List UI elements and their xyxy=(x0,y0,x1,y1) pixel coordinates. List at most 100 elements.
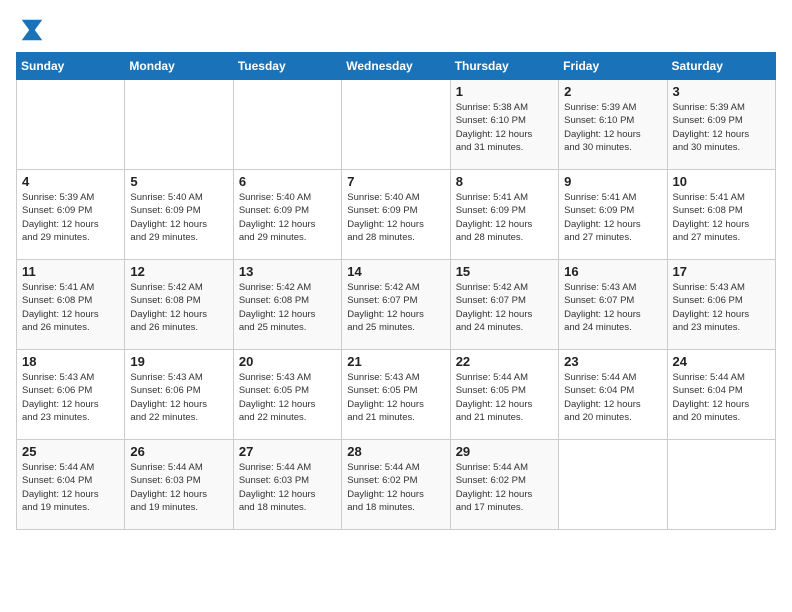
calendar-table: SundayMondayTuesdayWednesdayThursdayFrid… xyxy=(16,52,776,530)
day-number: 1 xyxy=(456,84,553,99)
day-cell xyxy=(233,80,341,170)
day-cell xyxy=(342,80,450,170)
day-cell: 24 Sunrise: 5:44 AMSunset: 6:04 PMDayligh… xyxy=(667,350,775,440)
day-number: 20 xyxy=(239,354,336,369)
day-info: Sunrise: 5:44 AMSunset: 6:02 PMDaylight:… xyxy=(456,461,553,514)
day-cell: 13 Sunrise: 5:42 AMSunset: 6:08 PMDayligh… xyxy=(233,260,341,350)
day-number: 27 xyxy=(239,444,336,459)
day-number: 7 xyxy=(347,174,444,189)
day-number: 10 xyxy=(673,174,770,189)
day-number: 28 xyxy=(347,444,444,459)
day-number: 11 xyxy=(22,264,119,279)
day-cell: 20 Sunrise: 5:43 AMSunset: 6:05 PMDayligh… xyxy=(233,350,341,440)
day-info: Sunrise: 5:43 AMSunset: 6:05 PMDaylight:… xyxy=(239,371,336,424)
day-cell: 6 Sunrise: 5:40 AMSunset: 6:09 PMDaylight… xyxy=(233,170,341,260)
header-cell-friday: Friday xyxy=(559,53,667,80)
day-cell: 29 Sunrise: 5:44 AMSunset: 6:02 PMDayligh… xyxy=(450,440,558,530)
day-info: Sunrise: 5:43 AMSunset: 6:07 PMDaylight:… xyxy=(564,281,661,334)
day-cell: 23 Sunrise: 5:44 AMSunset: 6:04 PMDayligh… xyxy=(559,350,667,440)
day-cell: 21 Sunrise: 5:43 AMSunset: 6:05 PMDayligh… xyxy=(342,350,450,440)
week-row-1: 1 Sunrise: 5:38 AMSunset: 6:10 PMDaylight… xyxy=(17,80,776,170)
day-info: Sunrise: 5:40 AMSunset: 6:09 PMDaylight:… xyxy=(239,191,336,244)
week-row-4: 18 Sunrise: 5:43 AMSunset: 6:06 PMDayligh… xyxy=(17,350,776,440)
header-row: SundayMondayTuesdayWednesdayThursdayFrid… xyxy=(17,53,776,80)
day-cell: 28Sunrise: 5:44 AMSunset: 6:02 PMDayligh… xyxy=(342,440,450,530)
day-info: Sunrise: 5:44 AMSunset: 6:04 PMDaylight:… xyxy=(673,371,770,424)
week-row-3: 11 Sunrise: 5:41 AMSunset: 6:08 PMDayligh… xyxy=(17,260,776,350)
logo-icon xyxy=(18,16,46,44)
day-number: 8 xyxy=(456,174,553,189)
day-cell: 2 Sunrise: 5:39 AMSunset: 6:10 PMDaylight… xyxy=(559,80,667,170)
day-number: 3 xyxy=(673,84,770,99)
day-cell: 17 Sunrise: 5:43 AMSunset: 6:06 PMDayligh… xyxy=(667,260,775,350)
day-info: Sunrise: 5:41 AMSunset: 6:08 PMDaylight:… xyxy=(673,191,770,244)
day-info: Sunrise: 5:44 AMSunset: 6:03 PMDaylight:… xyxy=(239,461,336,514)
day-info: Sunrise: 5:38 AMSunset: 6:10 PMDaylight:… xyxy=(456,101,553,154)
day-cell xyxy=(559,440,667,530)
day-info: Sunrise: 5:41 AMSunset: 6:09 PMDaylight:… xyxy=(564,191,661,244)
day-info: Sunrise: 5:42 AMSunset: 6:07 PMDaylight:… xyxy=(347,281,444,334)
day-cell: 4Sunrise: 5:39 AMSunset: 6:09 PMDaylight… xyxy=(17,170,125,260)
day-info: Sunrise: 5:43 AMSunset: 6:06 PMDaylight:… xyxy=(673,281,770,334)
day-cell: 9Sunrise: 5:41 AMSunset: 6:09 PMDaylight… xyxy=(559,170,667,260)
day-number: 23 xyxy=(564,354,661,369)
day-number: 15 xyxy=(456,264,553,279)
logo xyxy=(16,16,46,44)
day-number: 2 xyxy=(564,84,661,99)
day-info: Sunrise: 5:39 AMSunset: 6:09 PMDaylight:… xyxy=(673,101,770,154)
day-info: Sunrise: 5:40 AMSunset: 6:09 PMDaylight:… xyxy=(130,191,227,244)
day-number: 13 xyxy=(239,264,336,279)
day-cell: 3 Sunrise: 5:39 AMSunset: 6:09 PMDaylight… xyxy=(667,80,775,170)
day-cell xyxy=(17,80,125,170)
day-info: Sunrise: 5:42 AMSunset: 6:08 PMDaylight:… xyxy=(130,281,227,334)
day-info: Sunrise: 5:44 AMSunset: 6:03 PMDaylight:… xyxy=(130,461,227,514)
day-number: 5 xyxy=(130,174,227,189)
day-cell: 5 Sunrise: 5:40 AMSunset: 6:09 PMDaylight… xyxy=(125,170,233,260)
day-number: 29 xyxy=(456,444,553,459)
day-number: 18 xyxy=(22,354,119,369)
day-info: Sunrise: 5:39 AMSunset: 6:09 PMDaylight:… xyxy=(22,191,119,244)
day-number: 6 xyxy=(239,174,336,189)
header-cell-sunday: Sunday xyxy=(17,53,125,80)
day-info: Sunrise: 5:42 AMSunset: 6:07 PMDaylight:… xyxy=(456,281,553,334)
day-number: 16 xyxy=(564,264,661,279)
day-cell: 18 Sunrise: 5:43 AMSunset: 6:06 PMDayligh… xyxy=(17,350,125,440)
day-cell: 8 Sunrise: 5:41 AMSunset: 6:09 PMDaylight… xyxy=(450,170,558,260)
day-cell: 16 Sunrise: 5:43 AMSunset: 6:07 PMDayligh… xyxy=(559,260,667,350)
day-number: 22 xyxy=(456,354,553,369)
day-cell xyxy=(667,440,775,530)
page-header xyxy=(16,16,776,44)
day-number: 24 xyxy=(673,354,770,369)
header-cell-saturday: Saturday xyxy=(667,53,775,80)
day-number: 21 xyxy=(347,354,444,369)
day-number: 26 xyxy=(130,444,227,459)
day-number: 17 xyxy=(673,264,770,279)
day-info: Sunrise: 5:44 AMSunset: 6:04 PMDaylight:… xyxy=(564,371,661,424)
header-cell-wednesday: Wednesday xyxy=(342,53,450,80)
header-cell-thursday: Thursday xyxy=(450,53,558,80)
day-info: Sunrise: 5:39 AMSunset: 6:10 PMDaylight:… xyxy=(564,101,661,154)
day-info: Sunrise: 5:41 AMSunset: 6:08 PMDaylight:… xyxy=(22,281,119,334)
week-row-2: 4Sunrise: 5:39 AMSunset: 6:09 PMDaylight… xyxy=(17,170,776,260)
day-cell: 19Sunrise: 5:43 AMSunset: 6:06 PMDayligh… xyxy=(125,350,233,440)
calendar-body: 1 Sunrise: 5:38 AMSunset: 6:10 PMDaylight… xyxy=(17,80,776,530)
day-info: Sunrise: 5:43 AMSunset: 6:06 PMDaylight:… xyxy=(22,371,119,424)
day-cell: 27 Sunrise: 5:44 AMSunset: 6:03 PMDayligh… xyxy=(233,440,341,530)
week-row-5: 25Sunrise: 5:44 AMSunset: 6:04 PMDayligh… xyxy=(17,440,776,530)
day-info: Sunrise: 5:41 AMSunset: 6:09 PMDaylight:… xyxy=(456,191,553,244)
header-cell-tuesday: Tuesday xyxy=(233,53,341,80)
day-cell: 1 Sunrise: 5:38 AMSunset: 6:10 PMDaylight… xyxy=(450,80,558,170)
day-cell: 12 Sunrise: 5:42 AMSunset: 6:08 PMDayligh… xyxy=(125,260,233,350)
day-cell: 7Sunrise: 5:40 AMSunset: 6:09 PMDaylight… xyxy=(342,170,450,260)
day-cell: 10 Sunrise: 5:41 AMSunset: 6:08 PMDayligh… xyxy=(667,170,775,260)
day-cell: 15 Sunrise: 5:42 AMSunset: 6:07 PMDayligh… xyxy=(450,260,558,350)
day-info: Sunrise: 5:43 AMSunset: 6:05 PMDaylight:… xyxy=(347,371,444,424)
day-number: 14 xyxy=(347,264,444,279)
day-info: Sunrise: 5:44 AMSunset: 6:05 PMDaylight:… xyxy=(456,371,553,424)
day-number: 25 xyxy=(22,444,119,459)
day-cell: 11 Sunrise: 5:41 AMSunset: 6:08 PMDayligh… xyxy=(17,260,125,350)
day-info: Sunrise: 5:42 AMSunset: 6:08 PMDaylight:… xyxy=(239,281,336,334)
day-number: 12 xyxy=(130,264,227,279)
day-info: Sunrise: 5:43 AMSunset: 6:06 PMDaylight:… xyxy=(130,371,227,424)
calendar-header: SundayMondayTuesdayWednesdayThursdayFrid… xyxy=(17,53,776,80)
